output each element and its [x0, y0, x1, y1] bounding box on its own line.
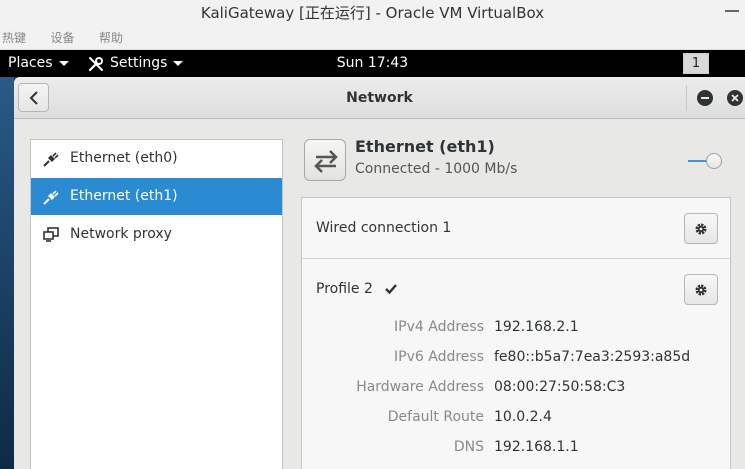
device-power-switch[interactable] [688, 151, 724, 171]
vbox-titlebar: KaliGateway [正在运行] - Oracle VM VirtualBo… [0, 0, 745, 26]
chevron-down-icon [173, 61, 184, 66]
switch-knob[interactable] [706, 153, 722, 169]
vbox-menu-help[interactable]: 帮助 [99, 26, 123, 50]
vbox-minimize-icon[interactable] [725, 0, 739, 26]
wired-connection-settings-button[interactable] [684, 213, 718, 244]
settings-window: Network Ethernet (eth0) Ethernet (eth1) [14, 77, 745, 469]
places-menu[interactable]: Places [8, 50, 69, 77]
workspace-indicator[interactable]: 1 [683, 53, 709, 74]
hardware-address-value: 08:00:27:50:58:C3 [494, 379, 626, 395]
network-proxy-icon [43, 227, 59, 242]
sidebar-item-label: Ethernet (eth0) [70, 150, 178, 166]
page-title: Network [346, 90, 413, 106]
ethernet-plug-icon [43, 152, 59, 167]
ipv6-label: IPv6 Address [394, 349, 484, 365]
device-name: Ethernet (eth1) [355, 137, 495, 156]
device-list-sidebar: Ethernet (eth0) Ethernet (eth1) Network … [30, 139, 283, 469]
device-status: Connected - 1000 Mb/s [355, 161, 518, 177]
ipv4-label: IPv4 Address [394, 319, 484, 335]
sidebar-item-eth1[interactable]: Ethernet (eth1) [31, 178, 282, 215]
header-separator [686, 85, 687, 111]
device-icon-box [304, 139, 346, 181]
vbox-menubar: 热键 设备 帮助 [0, 26, 745, 50]
sidebar-item-network-proxy[interactable]: Network proxy [31, 216, 282, 253]
checkmark-icon [385, 284, 397, 295]
vbox-menu-devices[interactable]: 设备 [50, 26, 74, 50]
sidebar-item-eth0[interactable]: Ethernet (eth0) [31, 140, 282, 177]
clock[interactable]: Sun 17:43 [337, 55, 408, 71]
minimize-icon[interactable] [697, 90, 713, 106]
dns-label: DNS [453, 439, 484, 455]
default-route-label: Default Route [387, 409, 484, 425]
ipv4-value: 192.168.2.1 [494, 319, 579, 335]
connection-profiles-panel: Wired connection 1 Profile 2 IPv4 Addres… [301, 197, 731, 469]
ethernet-plug-icon [43, 190, 59, 205]
desktop-background [0, 77, 14, 469]
places-label: Places [8, 55, 53, 71]
sidebar-item-label: Ethernet (eth1) [70, 188, 178, 204]
ipv6-value: fe80::b5a7:7ea3:2593:a85d [494, 349, 691, 365]
dns-value: 192.168.1.1 [494, 439, 579, 455]
wired-connection-label: Wired connection 1 [316, 220, 452, 236]
settings-label: Settings [110, 55, 168, 71]
tools-icon [88, 56, 103, 71]
gear-icon [695, 284, 707, 296]
network-transfer-arrows-icon [314, 150, 338, 173]
header-bar: Network [14, 77, 745, 119]
gnome-top-bar: Places Settings Sun 17:43 1 [0, 50, 745, 77]
profile-settings-button[interactable] [684, 274, 718, 305]
chevron-left-icon [29, 91, 38, 105]
profile-label[interactable]: Profile 2 [316, 281, 373, 297]
wired-connection-row[interactable]: Wired connection 1 [302, 198, 730, 259]
vbox-menu-hotkeys[interactable]: 热键 [2, 26, 26, 50]
back-button[interactable] [18, 83, 49, 112]
chevron-down-icon [58, 60, 69, 66]
close-icon[interactable] [727, 90, 743, 106]
hardware-address-label: Hardware Address [356, 379, 484, 395]
sidebar-item-label: Network proxy [70, 226, 172, 242]
default-route-value: 10.0.2.4 [494, 409, 552, 425]
vbox-window-title: KaliGateway [正在运行] - Oracle VM VirtualBo… [200, 4, 545, 22]
gear-icon [695, 223, 707, 235]
settings-app-menu[interactable]: Settings [88, 50, 184, 77]
